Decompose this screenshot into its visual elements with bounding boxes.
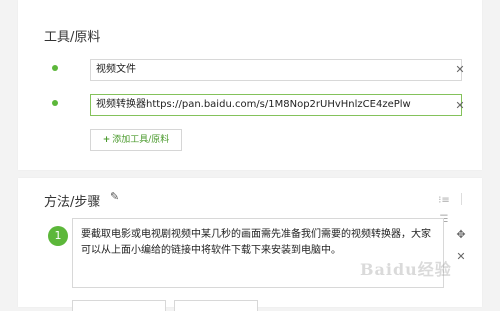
tool-input-2[interactable]: 视频转换器https://pan.baidu.com/s/1M8Nop2rUHv… [90,94,462,116]
item-bullet-dot [52,65,58,71]
method-card: 方法/步骤 ✎ ⁝≡ ☰ 1 要截取电影或电视剧视频中某几秒的画面需先准备我们需… [18,178,482,311]
close-icon[interactable]: ✕ [454,64,466,76]
item-bullet-dot [52,100,58,106]
step-image-slot[interactable] [72,300,166,311]
add-tool-button[interactable]: + 添加工具/原料 [90,129,182,151]
move-icon[interactable]: ✥ [454,228,468,242]
edit-icon[interactable]: ✎ [110,191,122,203]
divider [461,192,463,205]
close-icon[interactable]: ✕ [454,100,466,112]
step-side-icons: ✥ ✕ [454,228,468,272]
list-view-icon[interactable]: ⁝≡ [438,195,450,207]
plus-icon: + [102,135,111,145]
method-section-title: 方法/步骤 [44,195,101,210]
close-icon[interactable]: ✕ [454,250,468,264]
step-image-slot[interactable] [174,300,258,311]
tools-card: 工具/原料 视频文件 ✕ 视频转换器https://pan.baidu.com/… [18,0,482,170]
step-number: 1 [48,226,68,246]
add-tool-label: 添加工具/原料 [112,135,170,145]
tool-input-1[interactable]: 视频文件 [90,59,462,81]
watermark-logo: Baidu经验 [360,260,452,279]
tools-section-title: 工具/原料 [44,30,101,45]
